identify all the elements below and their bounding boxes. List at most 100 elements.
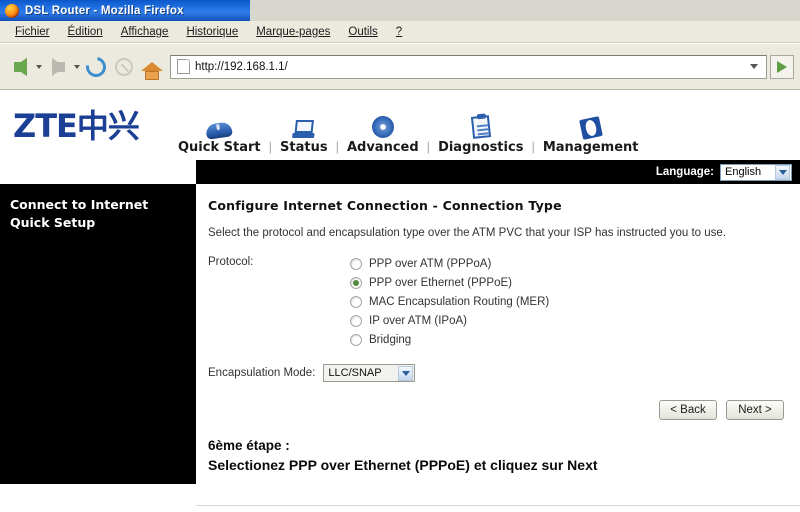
- page-bottom-edge: [196, 505, 800, 512]
- radio-label-pppoe: PPP over Ethernet (PPPoE): [369, 276, 512, 289]
- chevron-down-icon: [398, 365, 414, 381]
- encapsulation-select-value: LLC/SNAP: [328, 367, 382, 379]
- nav-item-quick-start[interactable]: Quick Start: [172, 112, 267, 155]
- forward-arrow-icon: [51, 57, 65, 76]
- reload-button[interactable]: [82, 52, 110, 81]
- forward-button[interactable]: [44, 53, 72, 81]
- forward-history-dropdown-icon[interactable]: [74, 64, 80, 69]
- nav-item-status-label: Status: [280, 140, 328, 155]
- url-bar[interactable]: http://192.168.1.1/: [170, 54, 767, 79]
- monitor-icon: [289, 112, 319, 138]
- radio-icon-mer[interactable]: [350, 295, 362, 308]
- radio-label-mer: MAC Encapsulation Routing (MER): [369, 295, 550, 308]
- sidebar: Connect to Internet Quick Setup: [0, 184, 196, 484]
- nav-item-diagnostics[interactable]: Diagnostics: [432, 112, 529, 155]
- url-dropdown-icon[interactable]: [750, 64, 758, 69]
- menu-item-help-label: ?: [395, 25, 403, 38]
- protocol-form-row: Protocol: PPP over ATM (PPPoA) PPP over …: [208, 255, 788, 350]
- protocol-label: Protocol:: [208, 256, 254, 268]
- chevron-down-icon: [775, 164, 790, 180]
- nav-item-management-label: Management: [542, 140, 639, 155]
- language-select[interactable]: English: [720, 163, 792, 181]
- page-viewport: ZTE中兴 Quick Start | Status | Advanced |: [0, 91, 800, 512]
- go-button[interactable]: [770, 54, 794, 79]
- radio-option-bridging[interactable]: Bridging: [350, 331, 549, 348]
- stop-icon: [115, 57, 133, 76]
- nav-item-status[interactable]: Status: [274, 112, 334, 155]
- gear-icon: [368, 112, 398, 138]
- back-arrow-icon: [13, 57, 27, 76]
- zte-logo: ZTE中兴: [13, 106, 140, 145]
- menu-item-fichier-label: Fichier: [15, 25, 50, 38]
- nav-item-diagnostics-label: Diagnostics: [438, 140, 524, 155]
- page-icon: [177, 59, 190, 74]
- menu-item-historique-label: Historique: [186, 25, 239, 38]
- menu-item-outils-label: Outils: [348, 25, 378, 38]
- main-content: Configure Internet Connection - Connecti…: [196, 184, 800, 512]
- radio-option-ipoa[interactable]: IP over ATM (IPoA): [350, 312, 549, 329]
- url-input[interactable]: http://192.168.1.1/: [195, 61, 750, 73]
- radio-icon-bridging[interactable]: [350, 333, 362, 346]
- nav-item-advanced-label: Advanced: [346, 140, 419, 155]
- menu-bar: Fichier Édition Affichage Historique Mar…: [0, 21, 800, 43]
- back-button[interactable]: [6, 53, 34, 81]
- zte-logo-chinese: 中兴: [76, 106, 140, 145]
- radio-icon-ipoa[interactable]: [350, 314, 362, 327]
- radio-label-bridging: Bridging: [369, 333, 412, 346]
- home-icon: [141, 62, 163, 80]
- window-title-bar: DSL Router - Mozilla Firefox: [0, 0, 800, 21]
- protocol-radio-group: PPP over ATM (PPPoA) PPP over Ethernet (…: [350, 255, 549, 350]
- radio-label-pppoa: PPP over ATM (PPPoA): [369, 257, 492, 270]
- sidebar-item-quick-setup[interactable]: Quick Setup: [10, 214, 196, 232]
- mouse-icon: [204, 112, 234, 140]
- menu-item-affichage[interactable]: Affichage: [112, 25, 178, 39]
- nav-item-management[interactable]: Management: [537, 112, 645, 155]
- radio-icon-pppoe[interactable]: [350, 276, 362, 289]
- nav-separator-3: |: [426, 139, 431, 154]
- navigation-toolbar: http://192.168.1.1/: [0, 44, 800, 90]
- nav-separator-1: |: [268, 139, 273, 154]
- next-button[interactable]: Next >: [726, 400, 784, 420]
- back-button[interactable]: < Back: [659, 400, 717, 420]
- zte-logo-latin: ZTE: [13, 106, 78, 145]
- menu-item-marque-pages-label: Marque-pages: [256, 25, 331, 38]
- annotation-instruction-line: Selectionez PPP over Ethernet (PPPoE) et…: [208, 457, 598, 473]
- firefox-icon: [5, 3, 19, 18]
- back-history-dropdown-icon[interactable]: [36, 64, 42, 69]
- nav-item-quick-start-label: Quick Start: [178, 140, 261, 155]
- nav-separator-2: |: [335, 139, 339, 154]
- radio-option-pppoe[interactable]: PPP over Ethernet (PPPoE): [350, 274, 549, 291]
- sidebar-item-connect-to-internet[interactable]: Connect to Internet: [10, 196, 196, 214]
- stop-button[interactable]: [110, 53, 138, 81]
- menu-item-edition-label: Édition: [67, 25, 103, 38]
- reload-icon: [82, 52, 110, 81]
- clipboard-icon: [466, 112, 496, 139]
- radio-option-pppoa[interactable]: PPP over ATM (PPPoA): [350, 255, 549, 272]
- page-title: Configure Internet Connection - Connecti…: [208, 198, 562, 213]
- page-description: Select the protocol and encapsulation ty…: [208, 227, 727, 239]
- menu-item-edition[interactable]: Édition: [59, 25, 112, 39]
- wizard-button-row: < Back Next >: [208, 400, 788, 420]
- annotation-block: 6ème étape : Selectionez PPP over Ethern…: [208, 436, 788, 475]
- menu-item-fichier[interactable]: Fichier: [6, 25, 59, 39]
- router-nav-menu: Quick Start | Status | Advanced | Diagno…: [172, 99, 645, 155]
- menu-item-historique[interactable]: Historique: [177, 25, 247, 39]
- management-icon: [576, 112, 606, 140]
- language-select-value: English: [725, 166, 762, 178]
- radio-icon-pppoa[interactable]: [350, 257, 362, 270]
- language-label: Language:: [655, 166, 714, 178]
- nav-item-advanced[interactable]: Advanced: [341, 112, 425, 155]
- go-arrow-icon: [777, 60, 787, 73]
- home-button[interactable]: [138, 53, 166, 81]
- menu-item-help[interactable]: ?: [387, 25, 411, 39]
- radio-label-ipoa: IP over ATM (IPoA): [369, 314, 467, 327]
- menu-item-outils[interactable]: Outils: [339, 25, 386, 39]
- encapsulation-select[interactable]: LLC/SNAP: [323, 364, 416, 382]
- encapsulation-form-row: Encapsulation Mode: LLC/SNAP: [208, 364, 788, 382]
- window-title: DSL Router - Mozilla Firefox: [25, 4, 184, 17]
- menu-item-marque-pages[interactable]: Marque-pages: [247, 25, 339, 39]
- annotation-step-line: 6ème étape :: [208, 438, 290, 453]
- title-bar-filler: [250, 0, 800, 21]
- radio-option-mer[interactable]: MAC Encapsulation Routing (MER): [350, 293, 549, 310]
- router-header: ZTE中兴 Quick Start | Status | Advanced |: [0, 91, 800, 160]
